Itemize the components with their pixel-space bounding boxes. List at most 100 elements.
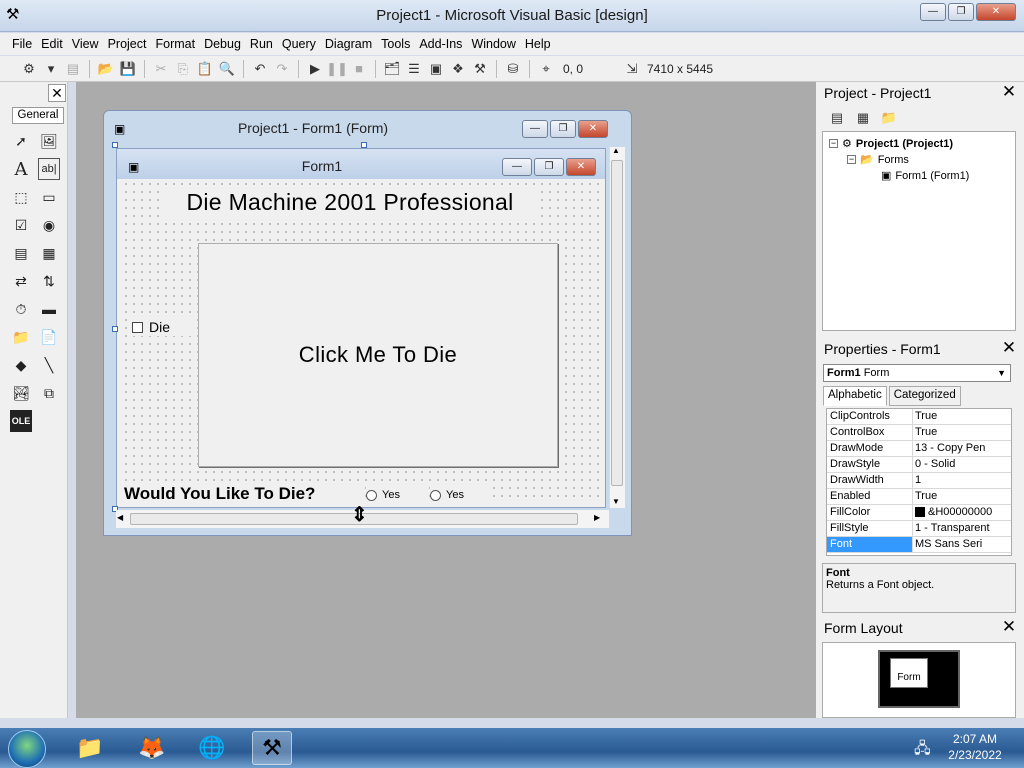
radio-circle[interactable] — [366, 489, 377, 501]
vertical-scroll-thumb[interactable] — [611, 160, 623, 486]
toggle-folders-icon[interactable]: 📁 — [878, 108, 900, 128]
toolbox-close-button[interactable]: ✕ — [48, 84, 66, 102]
menu-tools[interactable]: Tools — [381, 37, 410, 51]
copy-icon[interactable]: ⎘ — [172, 59, 194, 79]
menu-file[interactable]: File — [12, 37, 32, 51]
property-value[interactable]: 1 - Transparent — [913, 521, 995, 536]
properties-window-icon[interactable]: ☰ — [403, 59, 425, 79]
project-explorer-close-button[interactable]: ✕ — [1000, 83, 1018, 102]
undo-icon[interactable]: ↶ — [249, 59, 271, 79]
radio-circle[interactable] — [430, 489, 441, 501]
chevron-down-icon[interactable]: ▼ — [997, 365, 1006, 381]
line-icon[interactable]: ╲ — [38, 354, 60, 376]
close-button[interactable]: ✕ — [976, 3, 1016, 21]
form-layout-icon[interactable]: ▣ — [425, 59, 447, 79]
commandbutton-icon[interactable]: ▭ — [38, 186, 60, 208]
collapse-icon[interactable]: − — [847, 155, 856, 164]
data-view-icon[interactable]: ⛁ — [502, 59, 524, 79]
firefox-icon[interactable]: 🦊 — [132, 731, 172, 765]
property-row-selected[interactable]: Font MS Sans Seri — [827, 537, 1011, 553]
tree-item-project[interactable]: − ⚙ Project1 (Project1) — [829, 137, 953, 150]
property-row[interactable]: ControlBox True — [827, 425, 1011, 441]
scroll-right-arrow-icon[interactable]: ▶ — [594, 513, 600, 522]
break-icon[interactable]: ❚❚ — [326, 59, 348, 79]
menu-window[interactable]: Window — [471, 37, 515, 51]
die-checkbox[interactable]: Die — [132, 318, 194, 336]
network-icon[interactable]: 🖧 — [914, 738, 931, 763]
toolbox-icon[interactable]: ⚒ — [469, 59, 491, 79]
resize-handle-nw[interactable] — [112, 142, 118, 148]
scroll-down-arrow-icon[interactable]: ▼ — [612, 497, 620, 506]
redo-icon[interactable]: ↷ — [271, 59, 293, 79]
property-row[interactable]: DrawStyle 0 - Solid — [827, 457, 1011, 473]
view-object-icon[interactable]: ▦ — [852, 108, 874, 128]
property-value[interactable]: 13 - Copy Pen — [913, 441, 995, 456]
vb6-taskbar-icon[interactable]: ⚒ — [252, 731, 292, 765]
paste-icon[interactable]: 📋 — [194, 59, 216, 79]
resize-handle-w[interactable] — [112, 326, 118, 332]
property-value[interactable]: MS Sans Seri — [913, 537, 995, 552]
frame-icon[interactable]: ⬚ — [10, 186, 32, 208]
property-value[interactable]: 1 — [913, 473, 995, 488]
form1-close-button[interactable]: ✕ — [566, 158, 596, 176]
pointer-icon[interactable]: ➚ — [10, 130, 32, 152]
designer-close-button[interactable]: ✕ — [578, 120, 608, 138]
menu-help[interactable]: Help — [525, 37, 551, 51]
property-value[interactable]: True — [913, 425, 995, 440]
restore-button[interactable]: ❐ — [948, 3, 974, 21]
view-code-icon[interactable]: ▤ — [826, 108, 848, 128]
designer-minimize-button[interactable]: — — [522, 120, 548, 138]
property-row[interactable]: Enabled True — [827, 489, 1011, 505]
menu-edit[interactable]: Edit — [41, 37, 63, 51]
yes-option-1[interactable]: Yes — [366, 487, 426, 503]
property-value[interactable]: &H00000000 — [913, 505, 995, 520]
checkbox-box[interactable] — [132, 321, 143, 333]
menu-diagram[interactable]: Diagram — [325, 37, 372, 51]
ole-icon[interactable]: OLE — [10, 410, 32, 432]
click-me-button[interactable]: Click Me To Die — [198, 243, 558, 467]
save-project-icon[interactable]: 💾 — [117, 59, 139, 79]
property-value[interactable]: 0 - Solid — [913, 457, 995, 472]
vscrollbar-icon[interactable]: ⇅ — [38, 270, 60, 292]
minimize-button[interactable]: — — [920, 3, 946, 21]
listbox-icon[interactable]: ▦ — [38, 242, 60, 264]
label-icon[interactable]: A — [10, 158, 32, 180]
explorer-icon[interactable]: 📁 — [70, 731, 110, 765]
end-icon[interactable]: ■ — [348, 59, 370, 79]
menu-project[interactable]: Project — [108, 37, 147, 51]
menu-format[interactable]: Format — [155, 37, 195, 51]
object-browser-icon[interactable]: ❖ — [447, 59, 469, 79]
optionbutton-icon[interactable]: ◉ — [38, 214, 60, 236]
scroll-left-arrow-icon[interactable]: ◀ — [117, 513, 123, 522]
designer-restore-button[interactable]: ❐ — [550, 120, 576, 138]
timer-icon[interactable]: ⏱ — [10, 298, 32, 320]
clock-date[interactable]: 2/23/2022 — [940, 748, 1010, 762]
data-icon[interactable]: ⧉ — [38, 382, 60, 404]
form-position-preview[interactable]: Form — [890, 658, 928, 688]
menu-view[interactable]: View — [72, 37, 99, 51]
start-button[interactable] — [8, 730, 46, 768]
project-explorer-icon[interactable]: 🗂 — [381, 59, 403, 79]
form1-restore-button[interactable]: ❐ — [534, 158, 564, 176]
chrome-icon[interactable]: 🌐 — [192, 731, 232, 765]
drivelistbox-icon[interactable]: ▬ — [38, 298, 60, 320]
image-icon[interactable]: 🏞 — [10, 382, 32, 404]
picturebox-icon[interactable]: 🖼 — [38, 130, 60, 152]
heading-label[interactable]: Die Machine 2001 Professional — [160, 186, 540, 218]
menu-query[interactable]: Query — [282, 37, 316, 51]
cut-icon[interactable]: ✂ — [150, 59, 172, 79]
properties-close-button[interactable]: ✕ — [1000, 339, 1018, 358]
dirlistbox-icon[interactable]: 📁 — [10, 326, 32, 348]
checkbox-icon[interactable]: ☑ — [10, 214, 32, 236]
shape-icon[interactable]: ◆ — [10, 354, 32, 376]
menu-editor-icon[interactable]: ▤ — [62, 59, 84, 79]
resize-handle-n[interactable] — [361, 142, 367, 148]
hscrollbar-icon[interactable]: ⇄ — [10, 270, 32, 292]
filelistbox-icon[interactable]: 📄 — [38, 326, 60, 348]
tab-alphabetic[interactable]: Alphabetic — [823, 386, 887, 406]
form1-minimize-button[interactable]: — — [502, 158, 532, 176]
find-icon[interactable]: 🔍 — [216, 59, 238, 79]
property-value[interactable]: True — [913, 409, 995, 424]
menu-debug[interactable]: Debug — [204, 37, 241, 51]
property-value[interactable]: True — [913, 489, 995, 504]
